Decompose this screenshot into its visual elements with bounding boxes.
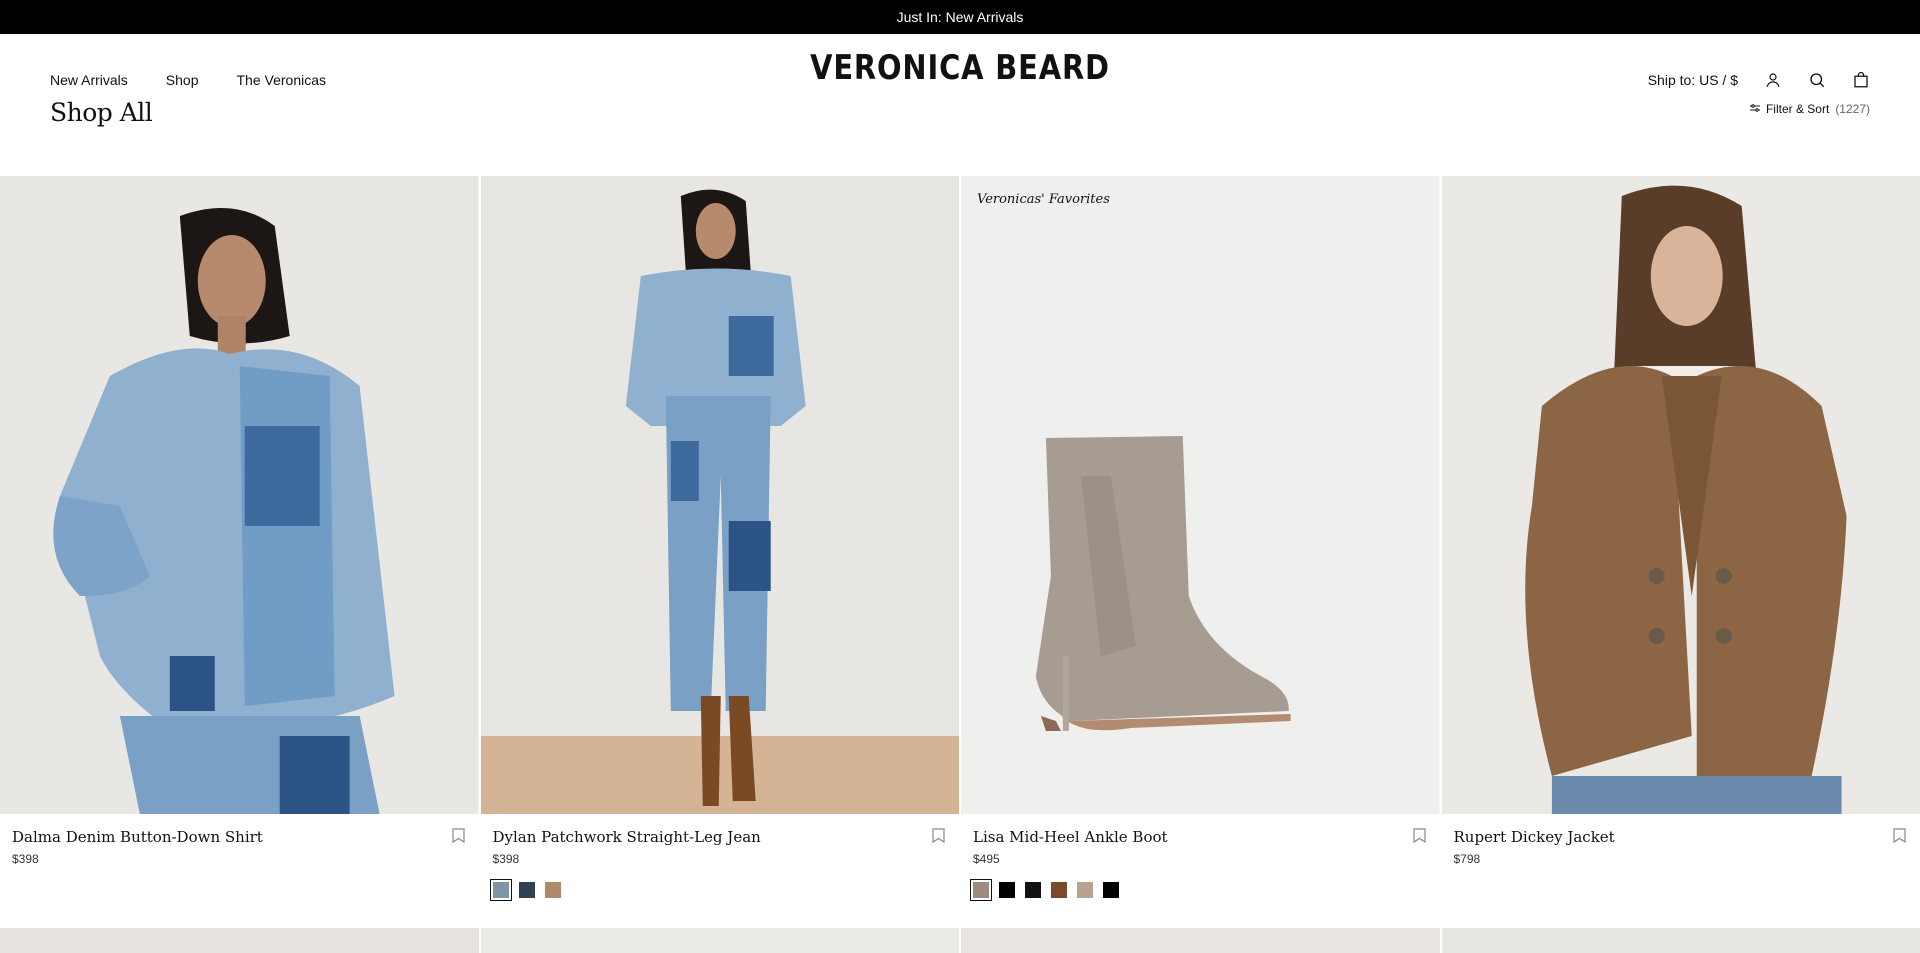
product-grid: Dalma Denim Button-Down Shirt $398 Dylan… — [0, 176, 1920, 926]
product-card[interactable]: Veronicas' Favorites Lisa Mid-Heel Ankle… — [961, 176, 1440, 926]
account-icon[interactable] — [1764, 71, 1782, 89]
product-info: Dylan Patchwork Straight-Leg Jean $398 — [481, 814, 960, 926]
product-badge: Veronicas' Favorites — [977, 192, 1110, 207]
product-image[interactable] — [1441, 928, 1920, 953]
product-info: Dalma Denim Button-Down Shirt $398 — [0, 814, 479, 926]
product-name[interactable]: Rupert Dickey Jacket — [1454, 828, 1909, 846]
product-price: $398 — [492, 852, 520, 866]
swatch-fill — [518, 882, 535, 898]
swatch-fill — [973, 882, 989, 898]
search-icon[interactable] — [1808, 71, 1826, 89]
product-price: $495 — [973, 852, 1000, 866]
color-swatch[interactable] — [542, 880, 563, 900]
product-info: Rupert Dickey Jacket $798 — [1442, 814, 1920, 926]
swatch-fill — [1051, 882, 1067, 898]
product-card[interactable]: Dylan Patchwork Straight-Leg Jean $398 — [480, 176, 960, 926]
nav-new-arrivals[interactable]: New Arrivals — [50, 72, 128, 88]
swatch-fill — [999, 882, 1015, 898]
swatch-fill — [492, 882, 509, 898]
color-swatches — [970, 879, 1428, 901]
brand-logo-text: VERONICA BEARD — [810, 48, 1110, 88]
product-card[interactable]: Dalma Denim Button-Down Shirt $398 — [0, 176, 479, 926]
product-name[interactable]: Dalma Denim Button-Down Shirt — [12, 828, 467, 846]
product-name[interactable]: Lisa Mid-Heel Ankle Boot — [973, 828, 1428, 846]
utility-nav: Ship to: US / $ — [1648, 71, 1870, 89]
primary-nav: New Arrivals Shop The Veronicas — [50, 72, 326, 88]
brand-logo[interactable]: VERONICA BEARD — [784, 48, 1137, 88]
product-price: $798 — [1453, 852, 1481, 866]
product-name[interactable]: Dylan Patchwork Straight-Leg Jean — [493, 828, 948, 846]
color-swatch[interactable] — [1075, 880, 1095, 900]
bag-icon[interactable] — [1852, 71, 1870, 89]
product-card[interactable]: Rupert Dickey Jacket $798 — [1441, 176, 1920, 926]
color-swatch[interactable] — [1101, 880, 1121, 900]
swatch-fill — [544, 882, 561, 898]
color-swatch[interactable] — [516, 880, 537, 900]
product-image[interactable]: Veronicas' Favorites — [961, 176, 1440, 814]
product-image[interactable] — [480, 928, 959, 953]
product-info: Lisa Mid-Heel Ankle Boot $495 — [961, 814, 1440, 926]
next-row-preview — [0, 928, 1920, 953]
announcement-bar[interactable]: Just In: New Arrivals — [0, 0, 1920, 34]
swatch-fill — [1025, 882, 1041, 898]
product-image[interactable] — [0, 176, 479, 814]
product-image[interactable] — [0, 928, 479, 953]
nav-shop[interactable]: Shop — [166, 72, 199, 88]
color-swatch[interactable] — [1023, 880, 1043, 900]
color-swatch[interactable] — [1049, 880, 1069, 900]
product-image[interactable] — [1441, 176, 1920, 814]
bookmark-icon[interactable] — [451, 828, 465, 848]
color-swatch[interactable] — [970, 879, 992, 901]
bookmark-icon[interactable] — [1412, 828, 1426, 848]
color-swatch[interactable] — [997, 880, 1017, 900]
swatch-fill — [1077, 882, 1093, 898]
bookmark-icon[interactable] — [1893, 828, 1906, 848]
bookmark-icon[interactable] — [932, 828, 945, 848]
product-price: $398 — [12, 852, 39, 866]
ship-to-selector[interactable]: Ship to: US / $ — [1648, 72, 1738, 88]
nav-the-veronicas[interactable]: The Veronicas — [237, 72, 327, 88]
product-image[interactable] — [480, 176, 959, 814]
site-header: New Arrivals Shop The Veronicas VERONICA… — [0, 34, 1920, 130]
color-swatch[interactable] — [489, 879, 512, 901]
color-swatches — [489, 879, 948, 901]
announcement-text[interactable]: Just In: New Arrivals — [897, 9, 1024, 25]
product-image[interactable] — [961, 928, 1440, 953]
swatch-fill — [1103, 882, 1119, 898]
